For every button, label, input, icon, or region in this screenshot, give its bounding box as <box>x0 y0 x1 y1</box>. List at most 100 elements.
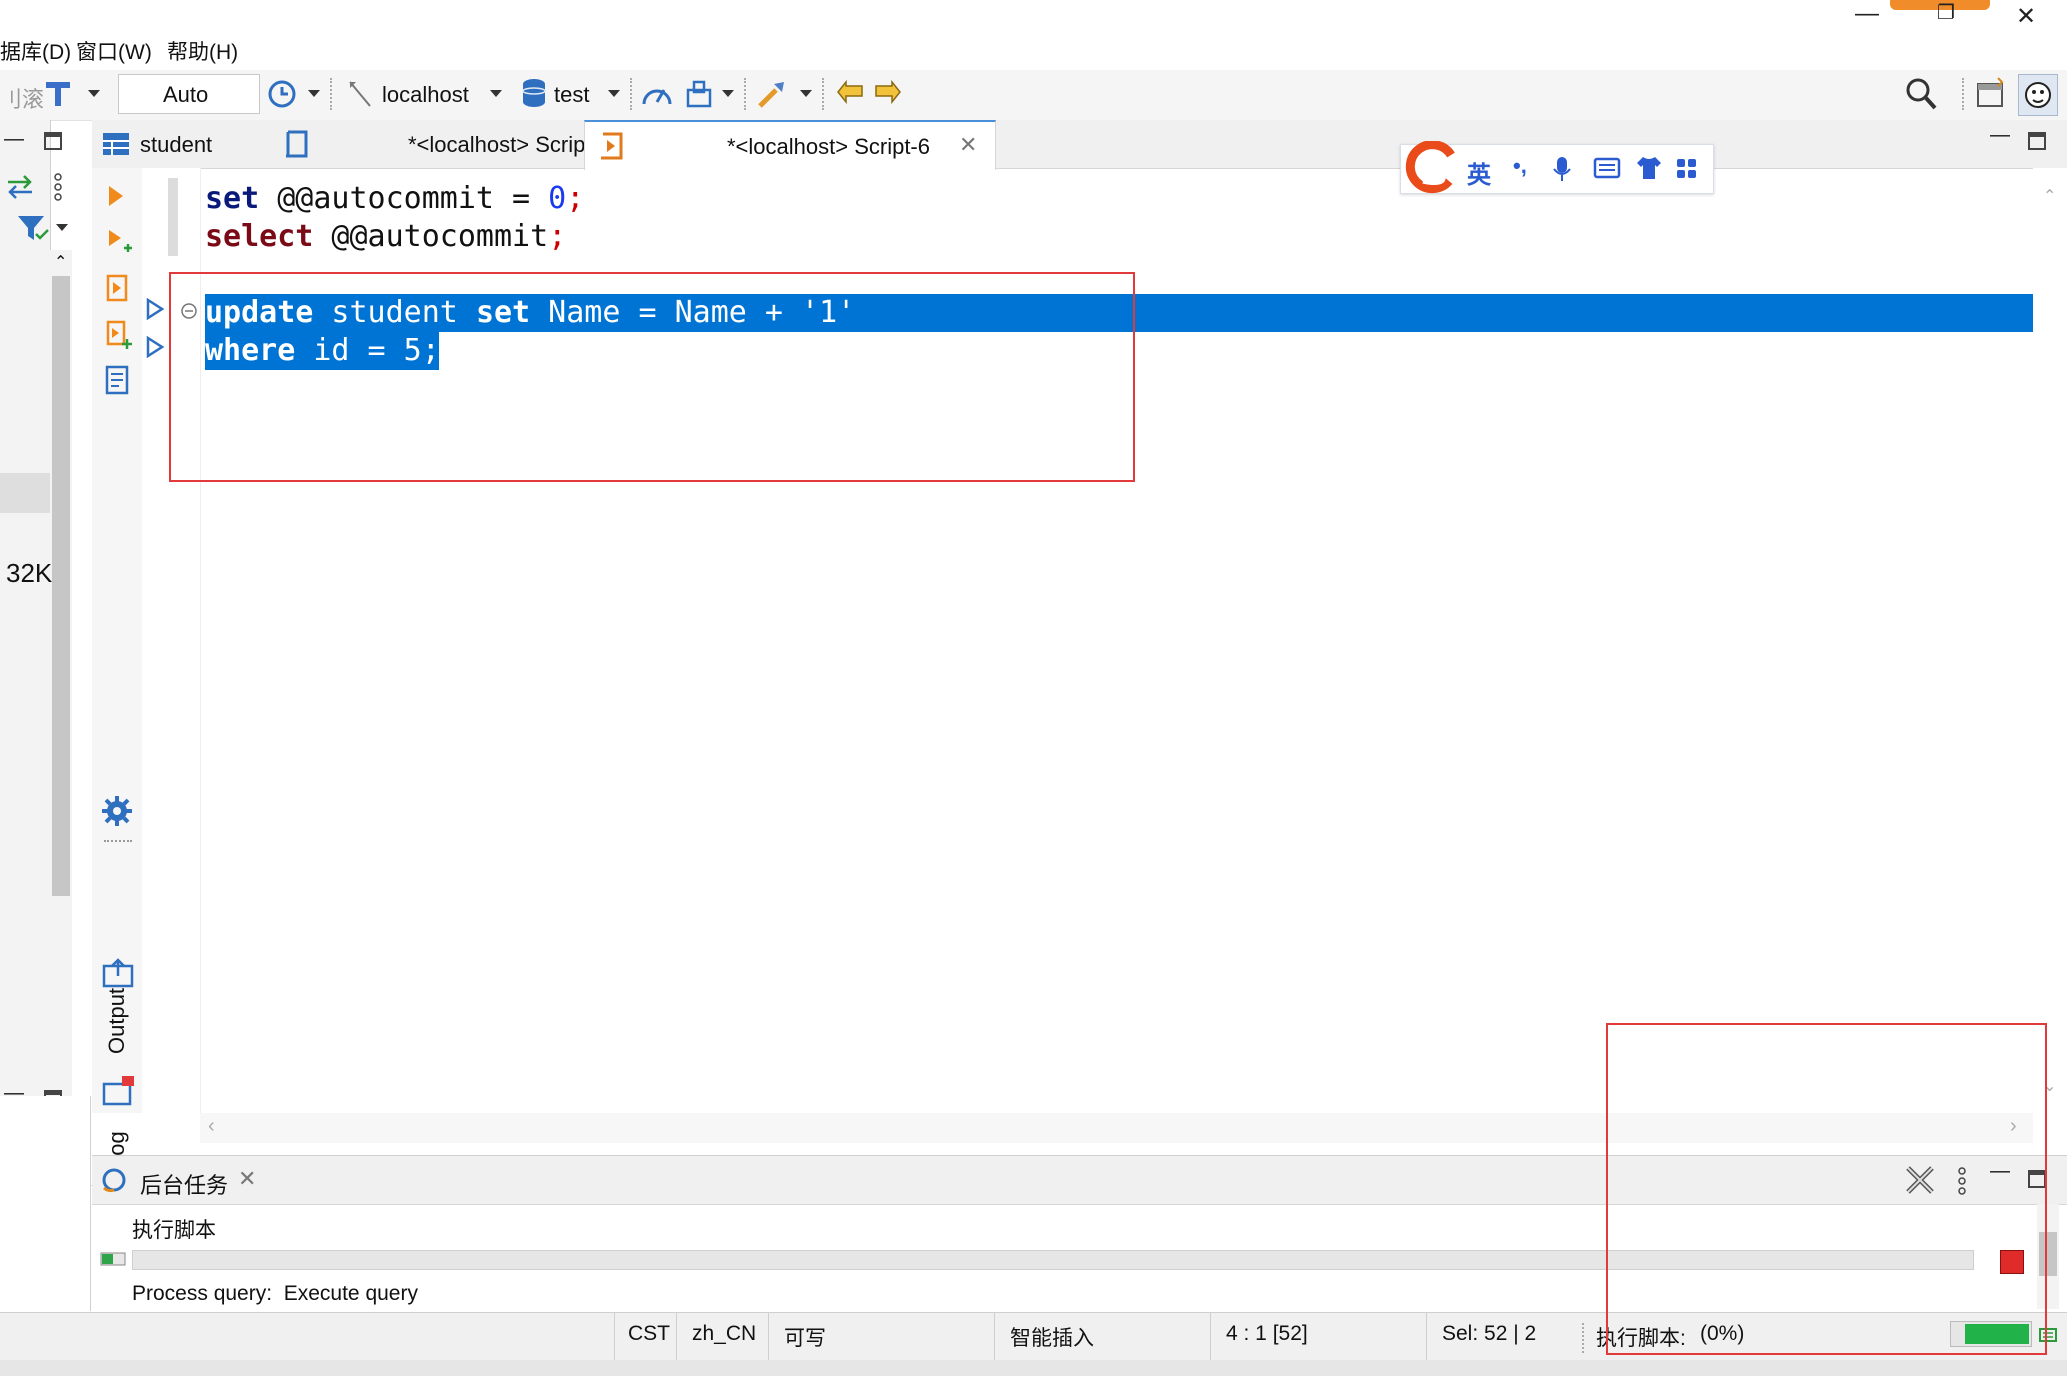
history-icon[interactable] <box>266 78 298 110</box>
background-task-icon <box>102 1168 126 1193</box>
keyboard-icon[interactable] <box>1593 157 1621 179</box>
minimize-button[interactable]: — <box>1855 0 1879 28</box>
editor-maximize-icon[interactable] <box>2026 130 2048 152</box>
statement-run-marker-icon[interactable] <box>146 336 164 358</box>
execute-statement-icon[interactable] <box>106 184 126 208</box>
panel-minimize-icon[interactable]: — <box>4 128 24 151</box>
strip-dotted-separator <box>104 840 132 842</box>
execute-script-new-tab-icon[interactable] <box>102 318 134 352</box>
search-icon[interactable] <box>1904 76 1938 112</box>
status-separator <box>676 1313 677 1361</box>
connection-icon <box>349 81 371 107</box>
transaction-mode-value: Auto <box>163 82 209 107</box>
navigate-back-icon[interactable] <box>834 78 868 110</box>
toolbar-separator <box>630 78 632 110</box>
scroll-left-arrow[interactable]: ‹ <box>208 1115 215 1138</box>
log-icon[interactable] <box>102 1074 136 1106</box>
main-toolbar: 刂滚 Auto localhost test <box>0 70 2067 121</box>
tools-dropdown-icon[interactable] <box>800 90 812 97</box>
annotation-box-progress <box>1606 1023 2047 1355</box>
filter-icon[interactable] <box>16 212 50 242</box>
statement-highlight-bar <box>168 178 178 256</box>
tab-script-6[interactable]: *<localhost> Script-6 ✕ <box>584 120 996 170</box>
navigator-selected-row[interactable] <box>0 473 50 513</box>
sql-script-icon <box>601 132 623 160</box>
menu-dots-icon[interactable] <box>52 172 64 202</box>
size-label: 32K <box>6 558 53 588</box>
navigate-forward-icon[interactable] <box>872 78 906 110</box>
statement-run-marker-icon[interactable] <box>146 298 164 320</box>
status-dotted-separator <box>1582 1323 1584 1353</box>
skin-shirt-icon[interactable] <box>1635 155 1663 181</box>
dbeaver-perspective-button[interactable] <box>2018 74 2058 116</box>
sql-number: 0 <box>548 181 567 216</box>
code-line-2[interactable]: select @@autocommit; <box>205 218 566 256</box>
status-separator <box>1210 1313 1211 1361</box>
menu-help[interactable]: 帮助(H) <box>167 36 238 66</box>
sql-script-icon <box>286 130 308 158</box>
connection-selector[interactable]: localhost <box>382 82 469 108</box>
toolbox-grid-icon[interactable] <box>1675 157 1699 181</box>
transaction-dropdown-icon[interactable] <box>722 90 734 97</box>
toolbar-separator <box>822 78 824 110</box>
panel-maximize-icon[interactable] <box>42 130 64 152</box>
sql-text: @@autocommit <box>313 219 549 254</box>
editor-minimize-icon[interactable]: — <box>1990 124 2010 147</box>
text-format-dropdown-icon[interactable] <box>88 90 100 97</box>
toolbar-separator <box>744 78 746 110</box>
menu-window[interactable]: 窗口(W) <box>76 36 152 66</box>
filter-dropdown-icon[interactable] <box>56 224 68 231</box>
menu-database[interactable]: 据库(D) <box>0 36 71 66</box>
microphone-icon[interactable] <box>1551 155 1573 183</box>
transaction-mode-select[interactable]: Auto <box>118 74 260 114</box>
scroll-up-arrow[interactable]: ⌃ <box>2043 186 2056 206</box>
editor-vertical-scrollbar[interactable]: ⌃ ⌄ <box>2033 168 2067 1113</box>
background-tasks-close-icon[interactable]: ✕ <box>238 1166 256 1192</box>
tab-student[interactable]: student <box>92 120 252 168</box>
tab-close-icon[interactable]: ✕ <box>959 132 977 158</box>
execute-new-tab-icon[interactable] <box>106 228 134 256</box>
background-tasks-tab[interactable]: 后台任务 <box>140 1168 228 1200</box>
execute-script-icon[interactable] <box>102 272 132 304</box>
status-insert-mode: 智能插入 <box>1010 1327 1094 1350</box>
connection-dropdown-icon[interactable] <box>490 90 502 97</box>
tab-script-6-label: *<localhost> Script-6 <box>727 134 930 159</box>
status-separator <box>1426 1313 1427 1361</box>
transaction-log-icon[interactable] <box>684 78 714 110</box>
close-window-button[interactable]: ✕ <box>2016 2 2036 31</box>
annotation-box-selected-sql <box>169 272 1135 482</box>
ime-language[interactable]: 英 <box>1467 155 1491 190</box>
open-perspective-icon[interactable] <box>1974 76 2008 110</box>
toolbar-cut-label: 刂滚 <box>0 87 45 112</box>
status-cursor-position: 4 : 1 [52] <box>1226 1322 1308 1345</box>
settings-gear-icon[interactable] <box>100 794 134 828</box>
bottom-edge <box>0 1360 2067 1376</box>
task-status-icon <box>100 1252 126 1266</box>
sql-keyword: select <box>205 219 314 254</box>
history-dropdown-icon[interactable] <box>308 90 320 97</box>
status-separator <box>994 1313 995 1361</box>
ime-toolbar[interactable]: 英 •, <box>1400 141 1714 194</box>
navigator-lower-area <box>0 1096 91 1311</box>
explain-plan-icon[interactable] <box>102 364 132 396</box>
scroll-up-arrow[interactable]: ⌃ <box>54 252 67 272</box>
link-editor-icon[interactable] <box>4 172 36 200</box>
tools-icon[interactable] <box>756 78 790 110</box>
status-separator <box>614 1313 615 1361</box>
ime-punctuation[interactable]: •, <box>1513 153 1527 179</box>
toolbar-separator <box>1962 78 1964 110</box>
restore-button[interactable]: ❐ <box>1937 0 1955 25</box>
tab-student-label: student <box>140 132 213 157</box>
code-line-1[interactable]: set @@autocommit = 0; <box>205 180 584 218</box>
database-selector[interactable]: test <box>554 82 589 108</box>
database-dropdown-icon[interactable] <box>608 90 620 97</box>
task-status-text: Process query: Execute query <box>132 1282 418 1305</box>
output-icon[interactable] <box>102 958 134 988</box>
navigator-scrollbar[interactable]: ⌃ ⌄ <box>50 250 72 1180</box>
scroll-thumb[interactable] <box>52 276 70 896</box>
text-format-icon[interactable] <box>44 78 74 110</box>
dashboard-icon[interactable] <box>640 78 674 110</box>
tab-script-5-label: *<localhost> Script-5 <box>408 132 611 157</box>
editor-tab-bar: student *<localhost> Script-5 *<localhos… <box>92 120 2067 170</box>
status-writable: 可写 <box>784 1327 826 1350</box>
